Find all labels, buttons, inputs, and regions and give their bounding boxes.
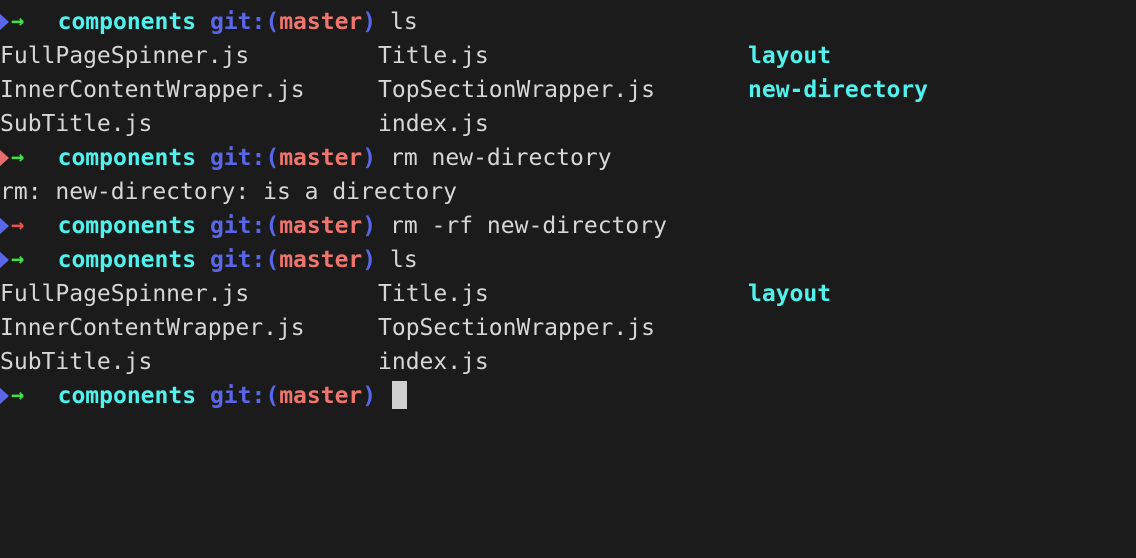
prompt-paren-open: ( — [265, 213, 280, 239]
prompt-arrow-icon: → — [11, 383, 25, 408]
file-entry[interactable]: index.js — [378, 107, 748, 141]
file-entry[interactable]: index.js — [378, 345, 748, 379]
prompt-paren-open: ( — [265, 383, 280, 409]
file-entry[interactable]: InnerContentWrapper.js — [0, 73, 378, 107]
file-entry[interactable]: Title.js — [378, 39, 748, 73]
prompt-git-label: git: — [209, 145, 266, 171]
prompt-line: → components git:(master) ls — [0, 5, 1136, 39]
prompt-cwd: components — [57, 383, 197, 409]
prompt-spacer — [33, 209, 58, 243]
output-line: rm: new-directory: is a directory — [0, 175, 1136, 209]
prompt-paren-open: ( — [265, 247, 280, 273]
prompt-line: → components git:(master) ls — [0, 243, 1136, 277]
prompt-spacer — [33, 243, 58, 277]
output-line: SubTitle.js index.js — [0, 107, 1136, 141]
prompt-arrow-icon: → — [11, 145, 25, 170]
prompt-cwd: components — [57, 145, 197, 171]
file-entry[interactable]: Title.js — [378, 277, 748, 311]
output-line: InnerContentWrapper.js TopSectionWrapper.… — [0, 73, 1136, 107]
command-text: ls — [390, 247, 418, 273]
terminal-screen[interactable]: → components git:(master) ls FullPageSpin… — [0, 5, 1136, 558]
output-line: SubTitle.js index.js — [0, 345, 1136, 379]
terminal-window[interactable]: → components git:(master) ls FullPageSpin… — [0, 0, 1136, 558]
file-entry[interactable]: SubTitle.js — [0, 107, 378, 141]
prompt-arrow-icon: → — [11, 247, 25, 272]
prompt-space-2 — [376, 213, 390, 239]
prompt-line: → components git:(master) rm -rf new-dir… — [0, 209, 1136, 243]
file-entry[interactable]: InnerContentWrapper.js — [0, 311, 378, 345]
prompt-paren-open: ( — [265, 145, 280, 171]
prompt-line: → components git:(master) rm new-directo… — [0, 141, 1136, 175]
prompt-arrow-icon: → — [11, 213, 25, 238]
prompt-space-2 — [376, 145, 390, 171]
output-text: rm: new-directory: is a directory — [0, 179, 457, 205]
file-entry[interactable]: SubTitle.js — [0, 345, 378, 379]
file-entry[interactable]: FullPageSpinner.js — [0, 39, 378, 73]
prompt-space-2 — [376, 9, 390, 35]
prompt-line: → components git:(master) — [0, 379, 1136, 413]
prompt-triangle-icon — [0, 386, 9, 406]
prompt-triangle-icon — [0, 216, 9, 236]
output-line: InnerContentWrapper.js TopSectionWrapper.… — [0, 311, 1136, 345]
file-entry[interactable]: TopSectionWrapper.js — [378, 73, 748, 107]
prompt-git-label: git: — [209, 213, 266, 239]
prompt-paren-close: ) — [362, 383, 377, 409]
prompt-branch-name: master — [279, 247, 363, 273]
prompt-spacer — [33, 141, 58, 175]
prompt-arrow-icon: → — [11, 9, 25, 34]
prompt-paren-close: ) — [362, 9, 377, 35]
prompt-git-label: git: — [209, 383, 266, 409]
prompt-spacer — [33, 379, 58, 413]
prompt-triangle-icon — [0, 12, 9, 32]
prompt-paren-close: ) — [362, 145, 377, 171]
prompt-triangle-icon — [0, 148, 9, 168]
prompt-git-label: git: — [209, 247, 266, 273]
output-line: FullPageSpinner.js Title.js layout — [0, 39, 1136, 73]
file-entry[interactable]: FullPageSpinner.js — [0, 277, 378, 311]
directory-entry[interactable]: new-directory — [748, 73, 928, 107]
prompt-space-2 — [376, 247, 390, 273]
prompt-git-label: git: — [209, 9, 266, 35]
prompt-spacer — [33, 5, 58, 39]
prompt-cwd: components — [57, 247, 197, 273]
directory-entry[interactable]: layout — [748, 277, 831, 311]
prompt-branch-name: master — [279, 383, 363, 409]
prompt-cwd: components — [57, 9, 197, 35]
prompt-cwd: components — [57, 213, 197, 239]
prompt-branch-name: master — [279, 9, 363, 35]
output-line: FullPageSpinner.js Title.js layout — [0, 277, 1136, 311]
command-text: rm -rf new-directory — [390, 213, 667, 239]
prompt-paren-open: ( — [265, 9, 280, 35]
command-text: ls — [390, 9, 418, 35]
prompt-branch-name: master — [279, 145, 363, 171]
command-text: rm new-directory — [390, 145, 612, 171]
prompt-paren-close: ) — [362, 247, 377, 273]
directory-entry[interactable]: layout — [748, 39, 831, 73]
prompt-paren-close: ) — [362, 213, 377, 239]
prompt-triangle-icon — [0, 250, 9, 270]
prompt-space-2 — [376, 383, 390, 409]
file-entry[interactable]: TopSectionWrapper.js — [378, 311, 748, 345]
prompt-branch-name: master — [279, 213, 363, 239]
text-cursor[interactable] — [392, 381, 407, 409]
